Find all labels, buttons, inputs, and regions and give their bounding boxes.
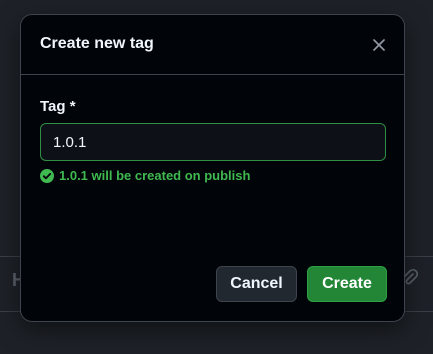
- dialog-header: Create new tag: [21, 15, 404, 75]
- dialog-title: Create new tag: [40, 35, 154, 52]
- tag-field-label: Tag *: [40, 98, 76, 115]
- check-circle-icon: [40, 168, 54, 183]
- cancel-button[interactable]: Cancel: [216, 266, 297, 302]
- close-button[interactable]: [368, 34, 390, 56]
- validation-message: 1.0.1 will be created on publish: [40, 168, 250, 183]
- close-icon: [373, 39, 385, 51]
- create-tag-dialog: Create new tag Tag * 1.0.1 will be creat…: [20, 14, 405, 322]
- validation-text: 1.0.1 will be created on publish: [59, 168, 251, 183]
- create-button[interactable]: Create: [307, 266, 387, 302]
- tag-input[interactable]: [40, 123, 386, 161]
